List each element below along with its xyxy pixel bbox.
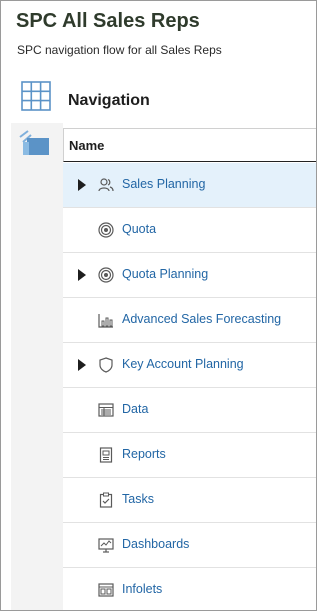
nav-row-label[interactable]: Quota (122, 222, 156, 236)
nav-row-label[interactable]: Infolets (122, 582, 162, 596)
grid-icon (21, 81, 51, 111)
nav-row-label[interactable]: Data (122, 402, 148, 416)
bar-chart-icon (98, 314, 113, 328)
nav-row-label[interactable]: Sales Planning (122, 177, 205, 191)
navigation-title: Navigation (68, 92, 150, 109)
dashboard-icon (98, 538, 114, 553)
navigation-table: Name Sales Planning Quota Quota Planning (63, 128, 317, 611)
nav-row-reports[interactable]: Reports (63, 433, 317, 478)
expand-arrow-icon[interactable] (78, 179, 86, 191)
report-icon (99, 447, 113, 463)
nav-row-label[interactable]: Dashboards (122, 537, 189, 551)
data-form-icon (98, 403, 114, 417)
nav-row-advanced-sales-forecasting[interactable]: Advanced Sales Forecasting (63, 298, 317, 343)
nav-row-label[interactable]: Advanced Sales Forecasting (122, 312, 281, 326)
nav-row-label[interactable]: Tasks (122, 492, 154, 506)
left-tab-rail (11, 73, 63, 611)
cards-stack-icon (19, 130, 49, 155)
nav-row-tasks[interactable]: Tasks (63, 478, 317, 523)
users-icon (98, 178, 114, 192)
expand-arrow-icon[interactable] (78, 359, 86, 371)
column-header-label: Name (69, 138, 105, 153)
nav-row-label[interactable]: Reports (122, 447, 166, 461)
nav-row-label[interactable]: Quota Planning (122, 267, 208, 281)
nav-row-sales-planning[interactable]: Sales Planning (63, 163, 317, 208)
nav-row-data[interactable]: Data (63, 388, 317, 433)
clipboard-check-icon (99, 492, 113, 508)
expand-arrow-icon[interactable] (78, 269, 86, 281)
page-header: SPC All Sales Reps SPC navigation flow f… (0, 0, 317, 72)
rail-tab-cards[interactable] (11, 127, 63, 165)
nav-row-label[interactable]: Key Account Planning (122, 357, 244, 371)
target-icon (98, 267, 114, 283)
nav-row-key-account-planning[interactable]: Key Account Planning (63, 343, 317, 388)
nav-row-quota-planning[interactable]: Quota Planning (63, 253, 317, 298)
nav-row-dashboards[interactable]: Dashboards (63, 523, 317, 568)
target-icon (98, 222, 114, 238)
nav-row-quota[interactable]: Quota (63, 208, 317, 253)
infolets-icon (98, 583, 114, 597)
page-subtitle: SPC navigation flow for all Sales Reps (17, 43, 222, 57)
page-title: SPC All Sales Reps (16, 10, 200, 32)
shield-icon (99, 357, 113, 373)
rail-tab-grid[interactable] (11, 73, 63, 123)
nav-row-infolets[interactable]: Infolets (63, 568, 317, 611)
column-header-name[interactable]: Name (63, 128, 317, 162)
